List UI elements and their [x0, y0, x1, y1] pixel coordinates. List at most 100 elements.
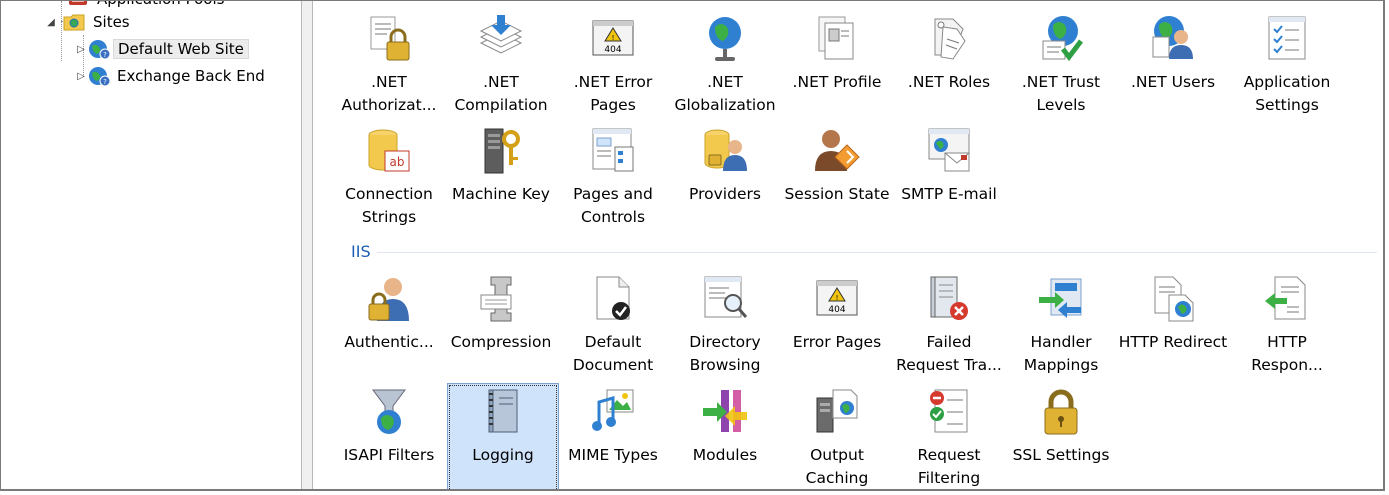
feature-authentication[interactable]: Authentic...	[333, 271, 445, 381]
connections-tree: Application Pools ◢ Sites ▷ ? Default We…	[1, 1, 301, 489]
pages-and-controls-icon	[592, 128, 634, 172]
feature-label: .NET Users	[1130, 73, 1216, 91]
feature-label: Compression	[450, 333, 552, 351]
feature-mime-types[interactable]: MIME Types	[557, 384, 669, 489]
smtp-email-icon	[928, 128, 970, 172]
feature-label: Application Settings	[1243, 73, 1331, 114]
feature-net-globalization[interactable]: .NET Globalization	[669, 11, 781, 121]
error-pages-icon: ! 404	[816, 280, 858, 316]
mime-types-icon	[592, 389, 634, 431]
application-settings-icon	[1268, 16, 1306, 60]
website-globe-icon: ?	[89, 40, 111, 60]
feature-application-settings[interactable]: Application Settings	[1231, 11, 1343, 121]
handler-mappings-icon	[1039, 278, 1082, 318]
tree-item-sites[interactable]: ◢ Sites	[45, 10, 129, 34]
directory-browsing-icon	[704, 276, 748, 318]
net-users-icon	[1152, 16, 1193, 59]
feature-label: Machine Key	[452, 185, 550, 203]
feature-label: Session State	[784, 185, 890, 203]
iis-manager-window: Application Pools ◢ Sites ▷ ? Default We…	[0, 0, 1385, 491]
connection-string-badge: ab	[390, 155, 405, 169]
error-code-badge: 404	[604, 45, 621, 55]
feature-label: Request Filtering	[917, 446, 981, 487]
feature-label: Default Document	[572, 333, 654, 374]
feature-label: Connection Strings	[345, 185, 433, 226]
svg-text:!: !	[612, 34, 615, 42]
feature-net-profile[interactable]: .NET Profile	[781, 11, 893, 121]
http-redirect-icon	[1154, 276, 1194, 322]
net-roles-icon	[934, 18, 966, 60]
feature-label: .NET Error Pages	[573, 73, 653, 114]
feature-label: .NET Profile	[792, 73, 882, 91]
feature-label: .NET Trust Levels	[1021, 73, 1101, 114]
feature-label: Logging	[472, 446, 534, 464]
expand-arrow-icon[interactable]: ▷	[75, 43, 87, 55]
feature-default-document[interactable]: Default Document	[557, 271, 669, 381]
group-header-iis: IIS	[351, 242, 371, 261]
providers-icon	[704, 129, 747, 171]
feature-label: ISAPI Filters	[343, 446, 435, 464]
net-globalization-icon	[709, 17, 741, 61]
svg-text:?: ?	[103, 78, 107, 86]
tree-item-label: Default Web Site	[113, 39, 249, 59]
feature-label: .NET Authorizat...	[341, 73, 437, 114]
feature-output-caching[interactable]: Output Caching	[781, 384, 893, 489]
feature-label: Authentic...	[344, 333, 434, 351]
net-profile-icon	[818, 16, 854, 60]
svg-text:?: ?	[103, 51, 107, 59]
feature-http-response-headers[interactable]: HTTP Respon...	[1231, 271, 1343, 381]
compression-icon	[480, 276, 512, 322]
feature-net-compilation[interactable]: .NET Compilation	[445, 11, 557, 121]
net-error-pages-icon: ! 404	[592, 20, 634, 56]
feature-label: Modules	[692, 446, 758, 464]
feature-http-redirect[interactable]: HTTP Redirect	[1117, 271, 1229, 381]
feature-net-users[interactable]: .NET Users	[1117, 11, 1229, 121]
feature-failed-request-tracing[interactable]: Failed Request Tra...	[893, 271, 1005, 381]
feature-compression[interactable]: Compression	[445, 271, 557, 381]
feature-label: .NET Compilation	[454, 73, 548, 114]
tree-item-exchange-back-end[interactable]: ▷ ? Exchange Back End	[75, 64, 265, 88]
feature-machine-key[interactable]: Machine Key	[445, 123, 557, 233]
feature-net-error-pages[interactable]: ! 404 .NET Error Pages	[557, 11, 669, 121]
tree-item-label: Application Pools	[97, 1, 224, 8]
feature-isapi-filters[interactable]: ISAPI Filters	[333, 384, 445, 489]
feature-ssl-settings[interactable]: SSL Settings	[1005, 384, 1117, 489]
feature-label: Handler Mappings	[1023, 333, 1099, 374]
website-globe-icon: ?	[89, 67, 111, 87]
application-pools-icon	[69, 1, 87, 5]
expand-arrow-icon[interactable]: ▷	[75, 70, 87, 82]
feature-label: Failed Request Tra...	[896, 333, 1002, 374]
default-document-icon	[596, 276, 630, 320]
tree-item-default-web-site[interactable]: ▷ ? Default Web Site	[75, 37, 249, 61]
svg-text:!: !	[836, 294, 839, 302]
feature-label: HTTP Respon...	[1251, 333, 1323, 374]
pane-splitter[interactable]	[301, 1, 313, 489]
feature-request-filtering[interactable]: Request Filtering	[893, 384, 1005, 489]
net-authorization-icon	[370, 16, 410, 61]
feature-handler-mappings[interactable]: Handler Mappings	[1005, 271, 1117, 381]
feature-net-authorization[interactable]: .NET Authorizat...	[333, 11, 445, 121]
feature-net-roles[interactable]: .NET Roles	[893, 11, 1005, 121]
group-divider	[377, 252, 1377, 253]
session-state-icon	[815, 130, 860, 171]
feature-label: .NET Roles	[907, 73, 991, 91]
net-trust-levels-icon	[1042, 16, 1083, 62]
sites-folder-icon	[63, 14, 85, 31]
feature-logging[interactable]: Logging	[447, 383, 559, 489]
feature-smtp-email[interactable]: SMTP E-mail	[893, 123, 1005, 233]
feature-error-pages[interactable]: ! 404 Error Pages	[781, 271, 893, 381]
feature-connection-strings[interactable]: ab Connection Strings	[333, 123, 445, 233]
feature-label: .NET Globalization	[674, 73, 776, 114]
feature-modules[interactable]: Modules	[669, 384, 781, 489]
authentication-icon	[368, 278, 409, 321]
error-code-badge: 404	[828, 305, 845, 315]
feature-pages-and-controls[interactable]: Pages and Controls	[557, 123, 669, 233]
feature-label: Pages and Controls	[573, 185, 653, 226]
feature-label: MIME Types	[568, 446, 658, 464]
feature-directory-browsing[interactable]: Directory Browsing	[669, 271, 781, 381]
feature-session-state[interactable]: Session State	[781, 123, 893, 233]
feature-net-trust-levels[interactable]: .NET Trust Levels	[1005, 11, 1117, 121]
collapse-arrow-icon[interactable]: ◢	[45, 16, 57, 28]
feature-providers[interactable]: Providers	[669, 123, 781, 233]
logging-icon	[488, 389, 518, 433]
